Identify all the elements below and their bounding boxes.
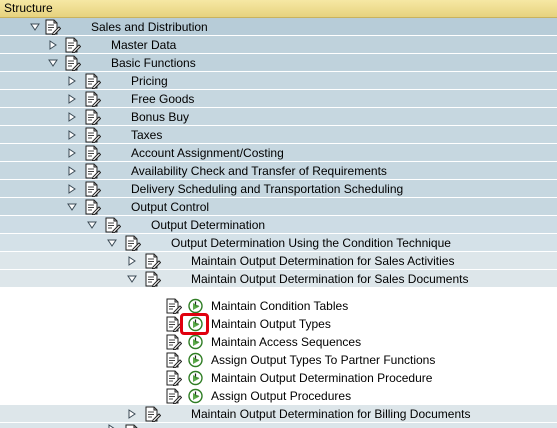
document-icon [144, 406, 161, 422]
tree-node-sales-and-distribution[interactable]: Sales and Distribution [0, 18, 557, 36]
document-icon [84, 91, 101, 107]
execute-clock-icon[interactable] [187, 352, 204, 368]
triangle-right-icon[interactable] [127, 256, 137, 266]
tree-node-label: Basic Functions [111, 56, 196, 70]
activity-maintain-output-procedure[interactable]: Maintain Output Determination Procedure [0, 369, 557, 387]
triangle-right-icon[interactable] [67, 130, 77, 140]
activity-label: Maintain Access Sequences [211, 335, 362, 349]
document-icon [144, 253, 161, 269]
tree-node-availability-check[interactable]: Availability Check and Transfer of Requi… [0, 162, 557, 180]
document-icon [64, 37, 81, 53]
tree-node-label: Sales and Distribution [91, 20, 208, 34]
document-icon [104, 217, 121, 233]
tree-node-label: Bonus Buy [131, 110, 190, 124]
activity-label: Maintain Output Types [211, 317, 331, 331]
tree-node-label: Output Determination Using the Condition… [171, 236, 451, 250]
tree-node-partial [0, 423, 557, 428]
tree-node-output-control[interactable]: Output Control [0, 198, 557, 216]
tree-node-condition-technique[interactable]: Output Determination Using the Condition… [0, 234, 557, 252]
activity-assign-output-types-partner[interactable]: Assign Output Types To Partner Functions [0, 351, 557, 369]
document-icon [165, 370, 182, 386]
document-icon [84, 127, 101, 143]
tree-node-label: Pricing [131, 74, 168, 88]
tree-node-pricing[interactable]: Pricing [0, 72, 557, 90]
tree-node-bonus-buy[interactable]: Bonus Buy [0, 108, 557, 126]
activity-assign-output-procedures[interactable]: Assign Output Procedures [0, 387, 557, 405]
activity-maintain-output-types[interactable]: Maintain Output Types [0, 315, 557, 333]
activity-maintain-condition-tables[interactable]: Maintain Condition Tables [0, 297, 557, 315]
triangle-right-icon[interactable] [67, 94, 77, 104]
structure-tree: Structure Sales and Distribution Master … [0, 0, 557, 428]
triangle-right-icon[interactable] [67, 112, 77, 122]
triangle-down-icon[interactable] [48, 58, 58, 68]
tree-node-sales-documents[interactable]: Maintain Output Determination for Sales … [0, 270, 557, 288]
activity-label: Assign Output Types To Partner Functions [211, 353, 436, 367]
document-icon [84, 73, 101, 89]
triangle-right-icon[interactable] [67, 184, 77, 194]
tree-node-billing-documents[interactable]: Maintain Output Determination for Billin… [0, 405, 557, 423]
execute-clock-icon[interactable] [187, 370, 204, 386]
document-icon [84, 145, 101, 161]
tree-node-label: Maintain Output Determination for Sales … [191, 254, 455, 268]
document-icon [165, 334, 182, 350]
tree-node-label: Availability Check and Transfer of Requi… [131, 164, 387, 178]
document-icon [84, 109, 101, 125]
execute-clock-icon[interactable] [187, 388, 204, 404]
document-icon [44, 19, 61, 35]
document-icon [124, 424, 141, 428]
triangle-down-icon[interactable] [67, 202, 77, 212]
tree-node-label: Master Data [111, 38, 177, 52]
tree-node-label: Maintain Output Determination for Sales … [191, 272, 469, 286]
tree-node-free-goods[interactable]: Free Goods [0, 90, 557, 108]
activity-label: Maintain Condition Tables [211, 299, 349, 313]
triangle-down-icon[interactable] [127, 274, 137, 284]
tree-node-delivery-scheduling[interactable]: Delivery Scheduling and Transportation S… [0, 180, 557, 198]
tree-node-account-assignment[interactable]: Account Assignment/Costing [0, 144, 557, 162]
document-icon [165, 298, 182, 314]
structure-header: Structure [0, 0, 557, 18]
triangle-down-icon[interactable] [107, 238, 117, 248]
execute-clock-icon[interactable] [187, 334, 204, 350]
document-icon [64, 55, 81, 71]
tree-node-label: Taxes [131, 128, 163, 142]
tree-node-taxes[interactable]: Taxes [0, 126, 557, 144]
tree-node-label: Account Assignment/Costing [131, 146, 284, 160]
activity-maintain-access-sequences[interactable]: Maintain Access Sequences [0, 333, 557, 351]
document-icon [84, 199, 101, 215]
document-icon [84, 163, 101, 179]
document-icon [165, 316, 182, 332]
triangle-right-icon[interactable] [48, 40, 58, 50]
triangle-right-icon [107, 424, 117, 428]
tree-node-sales-activities[interactable]: Maintain Output Determination for Sales … [0, 252, 557, 270]
tree-node-label: Maintain Output Determination for Billin… [191, 407, 471, 421]
activity-label: Assign Output Procedures [211, 389, 352, 403]
document-icon [84, 181, 101, 197]
triangle-right-icon[interactable] [127, 409, 137, 419]
execute-clock-icon[interactable] [187, 316, 204, 332]
tree-node-label: Output Control [131, 200, 210, 214]
document-icon [165, 352, 182, 368]
tree-node-master-data[interactable]: Master Data [0, 36, 557, 54]
document-icon [165, 388, 182, 404]
tree-node-label: Delivery Scheduling and Transportation S… [131, 182, 404, 196]
triangle-right-icon[interactable] [67, 76, 77, 86]
document-icon [144, 271, 161, 287]
activity-label: Maintain Output Determination Procedure [211, 371, 433, 385]
document-icon [124, 235, 141, 251]
tree-node-label: Output Determination [151, 218, 266, 232]
tree-node-label: Free Goods [131, 92, 195, 106]
tree-node-output-determination[interactable]: Output Determination [0, 216, 557, 234]
triangle-down-icon[interactable] [87, 220, 97, 230]
triangle-down-icon[interactable] [30, 22, 40, 32]
execute-clock-icon[interactable] [187, 298, 204, 314]
tree-node-basic-functions[interactable]: Basic Functions [0, 54, 557, 72]
triangle-right-icon[interactable] [67, 148, 77, 158]
triangle-right-icon[interactable] [67, 166, 77, 176]
